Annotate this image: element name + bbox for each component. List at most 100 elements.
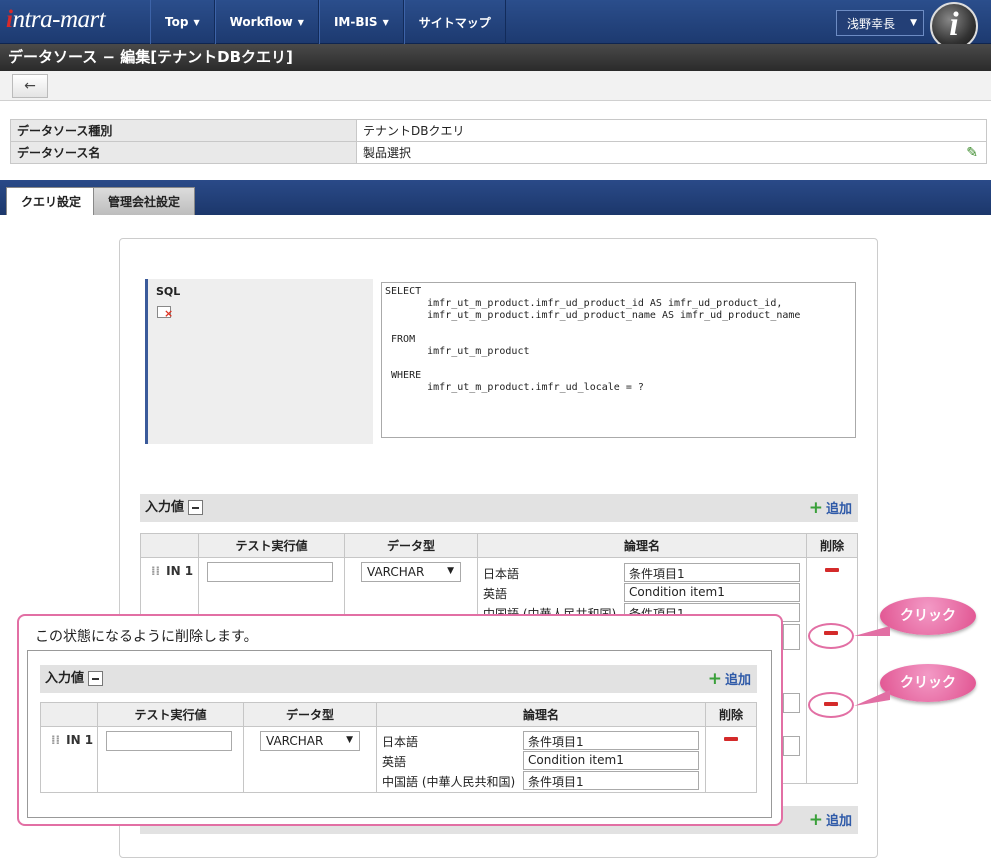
collapse-toggle-icon[interactable] [188, 500, 204, 515]
callout-box: この状態になるように削除します。 入力値 + 追加 テスト実行値 データ型 論理名… [17, 614, 783, 826]
add-input-button[interactable]: + 追加 [809, 494, 852, 524]
add-label: 追加 [825, 502, 852, 517]
preview-col-test-value: テスト実行値 [97, 702, 244, 727]
preview-data-type-value: VARCHAR [266, 734, 324, 748]
callout-preview: 入力値 + 追加 テスト実行値 データ型 論理名 削除 ⁞⁞ IN 1 VARCHA… [27, 650, 772, 818]
caret-down-icon: ▼ [447, 566, 454, 576]
info-badge-icon[interactable]: i [930, 2, 978, 50]
lang-label-en: 英語 [483, 587, 508, 601]
lang-row-ja: 日本語 条件項目1 [478, 562, 806, 582]
callout-text: この状態になるように削除します。 [35, 629, 258, 645]
sql-textarea[interactable]: SELECT imfr_ut_m_product.imfr_ud_product… [381, 282, 856, 438]
info-row-name: データソース名 製品選択 ✎ [10, 141, 987, 164]
preview-input-values-title: 入力値 [45, 671, 85, 686]
preview-data-type-cell: VARCHAR ▼ [243, 726, 377, 793]
caret-down-icon: ▼ [346, 735, 353, 745]
nav-workflow[interactable]: Workflow ▼ [214, 0, 319, 44]
page-title: データソース − 編集[テナントDBクエリ] [0, 44, 991, 71]
click-bubble-2: クリック [880, 664, 976, 702]
name-label: データソース名 [10, 141, 357, 164]
nav-sitemap-label: サイトマップ [418, 15, 491, 30]
tab-bar: クエリ設定 管理会社設定 [0, 180, 991, 215]
nav-workflow-label: Workflow [229, 15, 293, 29]
caret-down-icon: ▼ [193, 17, 200, 27]
input-values-title: 入力値 [145, 500, 185, 515]
data-type-select[interactable]: VARCHAR ▼ [361, 562, 461, 582]
clear-sql-icon[interactable] [157, 306, 173, 319]
preview-data-type-select: VARCHAR ▼ [260, 731, 360, 751]
delete-row-icon[interactable] [825, 568, 839, 572]
nav-top-label: Top [165, 15, 189, 29]
preview-add-label: 追加 [724, 673, 751, 688]
preview-col-data-type: データ型 [243, 702, 377, 727]
table-header-row: テスト実行値 データ型 論理名 削除 [140, 533, 858, 558]
intra-mart-logo[interactable]: intra-mart [6, 6, 146, 38]
sql-section: SQL SELECT imfr_ut_m_product.imfr_ud_pro… [145, 279, 857, 444]
edit-pencil-icon[interactable]: ✎ [966, 145, 978, 161]
col-data-type: データ型 [344, 533, 478, 558]
highlight-circle-2 [808, 692, 854, 718]
preview-col-logical-name: 論理名 [376, 702, 706, 727]
tab-company-settings[interactable]: 管理会社設定 [93, 187, 196, 215]
hidden-input-edge-4 [783, 736, 800, 756]
info-row-type: データソース種別 テナントDBクエリ [10, 119, 987, 142]
preview-header-row: テスト実行値 データ型 論理名 削除 [40, 702, 757, 727]
preview-add-button: + 追加 [708, 665, 751, 695]
preview-test-value-input [106, 731, 232, 751]
preview-lang-label-zh: 中国語 (中華人民共和国) [382, 775, 516, 789]
preview-logical-name-cell: 日本語 条件項目1 英語 Condition item1 中国語 (中華人民共和国)… [376, 726, 706, 793]
preview-input-values-header: 入力値 + 追加 [40, 665, 757, 693]
sql-label: SQL [156, 285, 181, 298]
col-test-value: テスト実行値 [198, 533, 345, 558]
logical-name-ja-input[interactable]: 条件項目1 [624, 563, 800, 582]
delete-cell [806, 557, 858, 784]
preview-col-handle [40, 702, 98, 727]
logical-name-en-input[interactable]: Condition item1 [624, 583, 800, 602]
preview-logical-name-zh: 条件項目1 [523, 771, 699, 790]
delete-row-icon [724, 737, 738, 741]
collapse-toggle-icon [88, 671, 104, 686]
add-output-button[interactable]: + 追加 [809, 806, 852, 836]
preview-lang-label-ja: 日本語 [382, 735, 419, 749]
bubble-tail-1 [854, 626, 890, 636]
nav-sitemap[interactable]: サイトマップ [403, 0, 506, 44]
caret-down-icon: ▼ [382, 17, 389, 27]
back-arrow-button[interactable]: ← [12, 74, 48, 98]
plus-icon: + [707, 669, 722, 689]
lang-label-ja: 日本語 [483, 567, 520, 581]
toolbar: ← [0, 71, 991, 101]
preview-lang-label-en: 英語 [382, 755, 407, 769]
top-nav-bar: intra-mart Top ▼ Workflow ▼ IM-BIS ▼ サイトマップ… [0, 0, 991, 50]
test-value-input[interactable] [207, 562, 333, 582]
nav-im-bis-label: IM-BIS [333, 15, 378, 29]
caret-down-icon: ▼ [910, 18, 917, 28]
col-delete: 削除 [806, 533, 858, 558]
preview-delete-cell [705, 726, 757, 793]
name-value-cell: 製品選択 ✎ [356, 141, 987, 164]
datasource-info-table: データソース種別 テナントDBクエリ データソース名 製品選択 ✎ [10, 119, 987, 164]
col-handle [140, 533, 199, 558]
col-logical-name: 論理名 [477, 533, 807, 558]
type-label: データソース種別 [10, 119, 357, 142]
add-label-2: 追加 [825, 814, 852, 829]
data-type-value: VARCHAR [367, 565, 425, 579]
tab-query-settings[interactable]: クエリ設定 [6, 187, 97, 215]
preview-lang-row-zh: 中国語 (中華人民共和国) 条件項目1 [377, 770, 705, 790]
hidden-input-edge-2 [783, 624, 800, 650]
lang-row-en: 英語 Condition item1 [478, 582, 806, 602]
preview-table-row: ⁞⁞ IN 1 VARCHAR ▼ 日本語 条件項目1 英語 Condition ite… [40, 726, 757, 793]
row-id: IN 1 [166, 564, 194, 578]
nav-im-bis[interactable]: IM-BIS ▼ [318, 0, 404, 44]
drag-handle: ⁞⁞ IN 1 [40, 726, 98, 793]
highlight-circle-1 [808, 623, 854, 649]
nav-top[interactable]: Top ▼ [150, 0, 215, 44]
plus-icon: + [808, 498, 823, 518]
sql-label-cell: SQL [145, 279, 373, 444]
preview-test-value-cell [97, 726, 244, 793]
bubble-tail-2 [854, 690, 890, 706]
caret-down-icon: ▼ [297, 17, 304, 27]
main-nav: Top ▼ Workflow ▼ IM-BIS ▼ サイトマップ [150, 0, 506, 44]
user-menu-button[interactable]: 浅野幸長 ▼ [836, 10, 924, 36]
input-values-header: 入力値 + 追加 [140, 494, 858, 522]
preview-logical-name-ja: 条件項目1 [523, 731, 699, 750]
